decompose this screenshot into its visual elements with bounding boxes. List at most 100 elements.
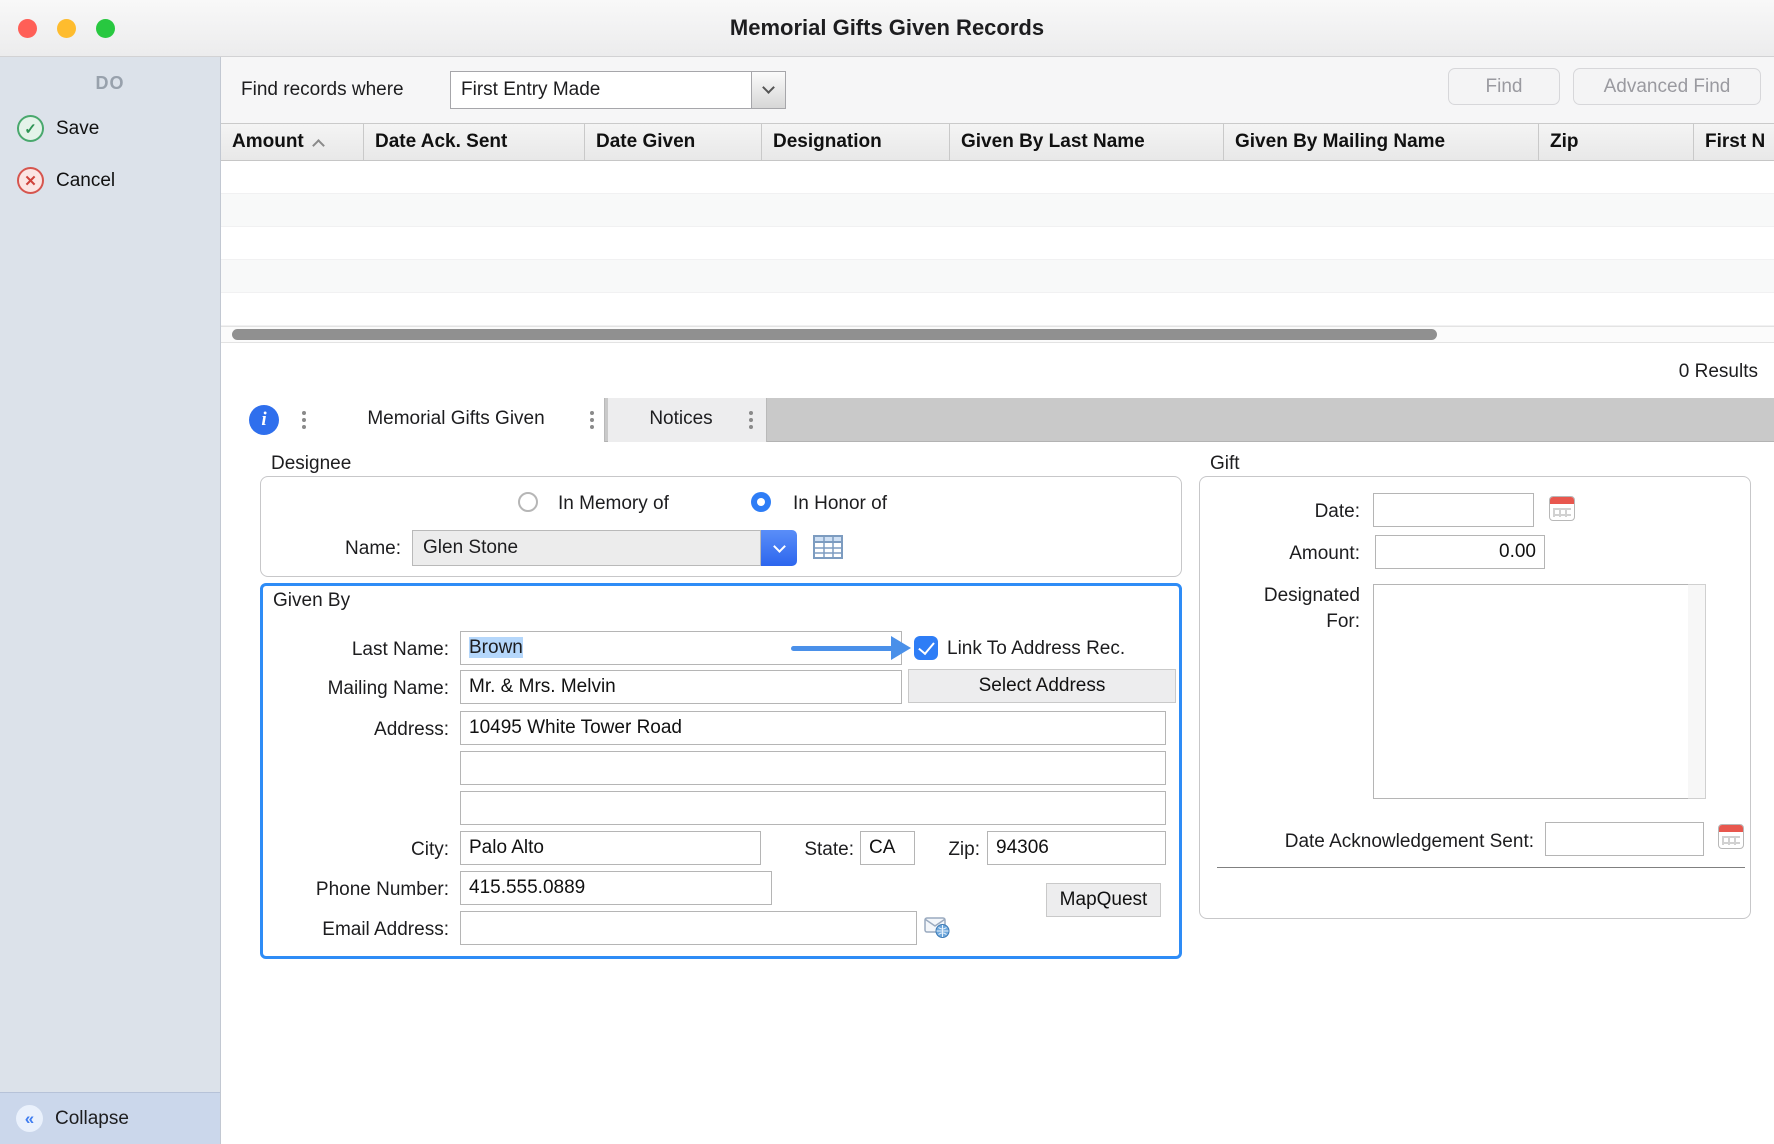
designated-for-scrollbar[interactable] <box>1688 584 1706 799</box>
tab-menu-dots-icon[interactable] <box>749 411 753 415</box>
chevron-down-icon <box>762 81 775 94</box>
sidebar-header: DO <box>0 73 220 94</box>
horizontal-scrollbar <box>221 326 1774 343</box>
selected-text: Brown <box>469 637 523 658</box>
find-records-where-label: Find records where <box>241 79 404 101</box>
horizontal-scrollbar-thumb[interactable] <box>232 329 1437 340</box>
table-row <box>221 227 1774 260</box>
find-bar: Find records where First Entry Made Find… <box>221 57 1774 123</box>
state-label: State: <box>764 839 854 861</box>
designee-name-dropdown-button[interactable] <box>761 530 797 566</box>
designated-for-label: Designated For: <box>1250 583 1360 635</box>
given-by-group-box: Given By Last Name: Brown Link To Addres… <box>260 583 1182 959</box>
table-row <box>221 293 1774 326</box>
find-criteria-dropdown-button[interactable] <box>751 72 785 108</box>
zip-input[interactable] <box>987 831 1166 865</box>
column-label: Given By Last Name <box>961 131 1145 153</box>
gift-divider-line <box>1217 867 1745 868</box>
name-label: Name: <box>301 538 401 560</box>
tab-notices-label[interactable]: Notices <box>626 408 736 430</box>
gift-date-input[interactable] <box>1373 493 1534 527</box>
date-ack-sent-input[interactable] <box>1545 822 1704 856</box>
calendar-icon[interactable] <box>1549 496 1575 521</box>
double-chevron-left-icon: « <box>16 1105 43 1132</box>
state-input[interactable] <box>860 831 915 865</box>
advanced-find-button[interactable]: Advanced Find <box>1573 68 1761 105</box>
column-header-given-by-mailing-name[interactable]: Given By Mailing Name <box>1224 124 1539 160</box>
column-header-given-by-last-name[interactable]: Given By Last Name <box>950 124 1224 160</box>
column-label: Zip <box>1550 131 1579 153</box>
save-button[interactable]: ✓ Save <box>17 115 99 142</box>
column-label: Date Ack. Sent <box>375 131 507 153</box>
find-criteria-dropdown[interactable]: First Entry Made <box>450 71 786 109</box>
column-label: Date Given <box>596 131 695 153</box>
results-table-header: Amount Date Ack. Sent Date Given Designa… <box>221 123 1774 161</box>
select-from-table-icon[interactable] <box>813 535 843 559</box>
annotation-arrow-line <box>791 646 894 651</box>
column-header-zip[interactable]: Zip <box>1539 124 1694 160</box>
column-label: Given By Mailing Name <box>1235 131 1445 153</box>
date-ack-sent-label: Date Acknowledgement Sent: <box>1200 831 1534 853</box>
column-label: First N <box>1705 131 1765 153</box>
chevron-down-icon <box>773 540 786 553</box>
cancel-button[interactable]: ✕ Cancel <box>17 167 115 194</box>
address-line1-input[interactable] <box>460 711 1166 745</box>
address-line3-input[interactable] <box>460 791 1166 825</box>
table-row <box>221 161 1774 194</box>
window-title: Memorial Gifts Given Records <box>730 15 1044 41</box>
gift-section-label: Gift <box>1210 453 1240 475</box>
in-memory-of-radio[interactable] <box>518 492 538 512</box>
gift-amount-label: Amount: <box>1200 543 1360 565</box>
arrow-right-icon <box>891 636 911 660</box>
link-to-address-checkbox[interactable] <box>914 636 938 660</box>
designee-section-label: Designee <box>271 453 351 475</box>
column-header-date-ack-sent[interactable]: Date Ack. Sent <box>364 124 585 160</box>
close-window-button[interactable] <box>18 19 37 38</box>
gift-date-label: Date: <box>1200 501 1360 523</box>
city-input[interactable] <box>460 831 761 865</box>
zip-label: Zip: <box>910 839 980 861</box>
given-by-section-label: Given By <box>273 590 350 612</box>
find-button[interactable]: Find <box>1448 68 1560 105</box>
tab-menu-dots-icon[interactable] <box>590 411 594 415</box>
send-email-icon[interactable] <box>924 915 950 939</box>
column-header-date-given[interactable]: Date Given <box>585 124 762 160</box>
column-header-first-name[interactable]: First N <box>1694 124 1774 160</box>
minimize-window-button[interactable] <box>57 19 76 38</box>
table-row <box>221 194 1774 227</box>
in-honor-of-radio[interactable] <box>751 492 771 512</box>
designee-name-field[interactable]: Glen Stone <box>412 530 761 566</box>
email-address-input[interactable] <box>460 911 917 945</box>
sort-ascending-icon <box>312 139 325 152</box>
collapse-sidebar-button[interactable]: « Collapse <box>0 1092 220 1144</box>
email-address-label: Email Address: <box>269 919 449 941</box>
cancel-x-icon: ✕ <box>17 167 44 194</box>
in-memory-of-label: In Memory of <box>558 493 669 515</box>
sidebar: DO ✓ Save ✕ Cancel « Collapse <box>0 57 221 1144</box>
layout-menu-dots-icon[interactable] <box>302 411 306 415</box>
tab-memorial-gifts-given-label[interactable]: Memorial Gifts Given <box>341 408 571 430</box>
column-header-designation[interactable]: Designation <box>762 124 950 160</box>
mapquest-button[interactable]: MapQuest <box>1046 883 1161 917</box>
app-window: Memorial Gifts Given Records DO ✓ Save ✕… <box>0 0 1774 1144</box>
table-row <box>221 260 1774 293</box>
gift-amount-input[interactable] <box>1375 535 1545 569</box>
gift-group-box: Date: Amount: Designated For: Date Ackno… <box>1199 476 1751 919</box>
info-icon[interactable]: i <box>249 405 279 435</box>
column-header-amount[interactable]: Amount <box>221 124 364 160</box>
calendar-icon[interactable] <box>1718 824 1744 849</box>
designated-for-textarea[interactable] <box>1373 584 1689 799</box>
zoom-window-button[interactable] <box>96 19 115 38</box>
select-address-button[interactable]: Select Address <box>908 669 1176 703</box>
find-criteria-value: First Entry Made <box>451 79 751 101</box>
column-label: Designation <box>773 131 882 153</box>
mailing-name-input[interactable] <box>460 670 902 704</box>
address-line2-input[interactable] <box>460 751 1166 785</box>
link-to-address-label: Link To Address Rec. <box>947 638 1125 660</box>
phone-number-input[interactable] <box>460 871 772 905</box>
address-label: Address: <box>269 719 449 741</box>
tab-bar: i Memorial Gifts Given Notices <box>221 398 1774 442</box>
phone-number-label: Phone Number: <box>269 879 449 901</box>
mailing-name-label: Mailing Name: <box>269 678 449 700</box>
designee-group-box: In Memory of In Honor of Name: Glen Ston… <box>260 476 1182 577</box>
